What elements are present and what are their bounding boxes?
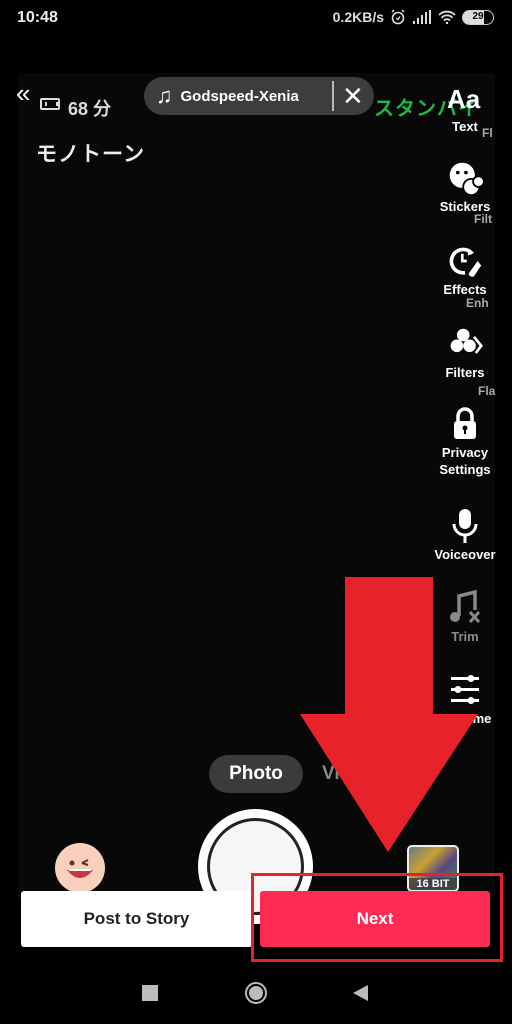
- video-battery-icon: [40, 98, 60, 110]
- status-bar: 10:48 0.2KB/s 29: [0, 0, 512, 36]
- tool-label: Trim: [451, 629, 479, 644]
- mode-tab-photo[interactable]: Photo: [209, 755, 303, 793]
- ghost-label: Enh: [466, 296, 489, 310]
- tool-label: Voiceover: [434, 547, 496, 562]
- status-time: 10:48: [17, 9, 58, 26]
- ghost-label: Filt: [474, 212, 492, 226]
- video-mono-text: モノトーン: [36, 143, 145, 166]
- stickers-icon: [449, 162, 485, 196]
- ghost-label: Fl: [482, 126, 493, 140]
- video-minutes-text: 68 分: [68, 99, 112, 119]
- status-icons: 0.2KB/s 29: [333, 9, 494, 25]
- lock-icon: [454, 407, 476, 439]
- sound-selector[interactable]: ♫ Godspeed-Xenia ✕: [144, 77, 374, 115]
- filters-icon: [450, 328, 483, 354]
- mode-tab-video[interactable]: Vi: [322, 763, 340, 785]
- thumbnail-label: 16 BIT: [409, 878, 457, 890]
- tool-stickers[interactable]: Stickers: [430, 160, 500, 215]
- svg-text:Aa: Aa: [447, 84, 481, 114]
- upload-thumbnail[interactable]: 16 BIT: [407, 845, 459, 892]
- next-button[interactable]: Next: [260, 891, 490, 947]
- effects-icon: [449, 247, 482, 277]
- ghost-label: Fla: [478, 384, 496, 398]
- alarm-icon: [391, 9, 405, 25]
- signal-icon: [413, 10, 431, 24]
- tool-voiceover[interactable]: Voiceover: [430, 508, 500, 563]
- tool-label: Privacy Settings: [439, 445, 491, 477]
- battery-icon: 29: [462, 9, 494, 25]
- wifi-icon: [438, 10, 456, 24]
- net-speed: 0.2KB/s: [332, 9, 384, 25]
- remove-sound-button[interactable]: ✕: [342, 81, 364, 112]
- trim-music-icon: [450, 590, 481, 624]
- tool-privacy-settings[interactable]: Privacy Settings: [430, 406, 500, 478]
- post-to-story-button[interactable]: Post to Story: [21, 891, 252, 947]
- winking-face-icon: [67, 859, 93, 878]
- tool-filters[interactable]: Filters: [430, 326, 500, 381]
- sound-divider: [332, 81, 334, 111]
- tool-label: me: [472, 711, 492, 726]
- back-nav-button[interactable]: [353, 985, 368, 1001]
- microphone-icon: [452, 509, 478, 543]
- tool-trim[interactable]: Trim: [430, 590, 500, 645]
- tool-effects[interactable]: Effects: [430, 243, 500, 298]
- back-button[interactable]: «: [16, 80, 30, 106]
- text-icon: Aa: [447, 84, 481, 114]
- music-note-icon: ♫: [156, 83, 173, 108]
- sound-title: Godspeed-Xenia: [180, 87, 299, 105]
- tool-volume[interactable]: me: [430, 672, 500, 727]
- home-button[interactable]: [245, 982, 267, 1004]
- sliders-icon: [451, 675, 479, 704]
- tool-label: Effects: [443, 282, 487, 297]
- recents-button[interactable]: [142, 985, 158, 1001]
- tool-label: Filters: [445, 365, 485, 380]
- emoji-effects-button[interactable]: [55, 843, 105, 893]
